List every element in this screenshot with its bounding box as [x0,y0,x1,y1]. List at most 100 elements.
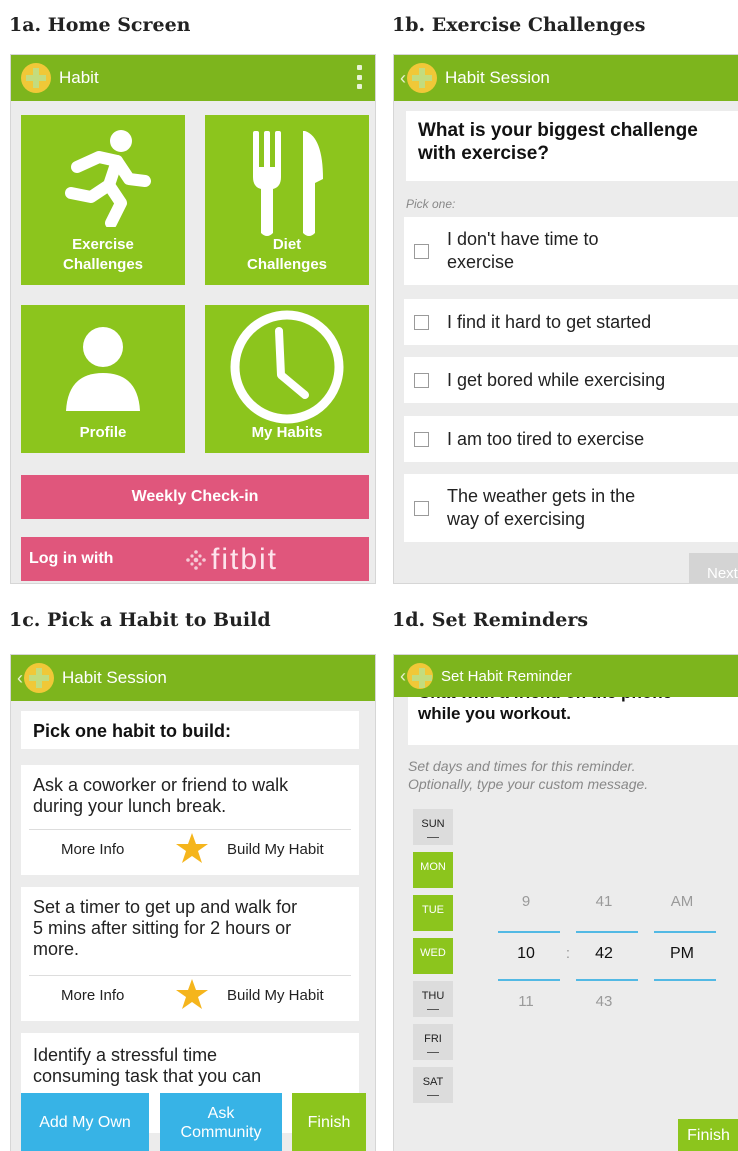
back-chevron-icon[interactable]: ‹ [400,666,406,687]
app-bar: ‹ Habit Session [394,55,738,101]
habit-card-2: Set a timer to get up and walk for 5 min… [21,887,359,1021]
app-logo-icon [407,63,437,93]
finish-button[interactable]: Finish [292,1093,366,1151]
tile-label: My Habits [251,424,323,441]
app-bar: ‹ Habit Session [11,655,375,701]
day-toggle-wed[interactable]: WED [413,938,453,974]
question-line-2: with exercise? [418,143,549,164]
option-text: I get bored while exercising [447,369,666,390]
finish-label: Finish [307,1113,351,1131]
more-info-link[interactable]: More Info [61,841,124,858]
pick-one-hint: Pick one: [406,197,456,211]
build-my-habit-button[interactable]: Build My Habit [227,841,324,858]
minute-selected[interactable]: 42 [574,945,634,963]
app-bar: ‹ Set Habit Reminder [394,655,738,697]
option-text: I find it hard to get started [447,311,652,332]
checkbox[interactable] [414,500,429,516]
habit-text: more. [33,939,80,959]
ampm-bottom-divider [654,979,716,981]
habit-summary-card: Chat with a friend on the phone while yo… [408,683,738,745]
pick-heading-card: Pick one habit to build: [21,711,359,749]
profile-tile[interactable]: Profile [21,305,185,453]
hour-selected[interactable]: 10 [496,945,556,963]
day-toggle-sun[interactable]: SUN [413,809,453,845]
habit-text: during your lunch break. [33,796,227,816]
ask-community-button[interactable]: Ask Community [160,1093,282,1151]
person-icon [66,327,140,411]
habit-line-2: while you workout. [418,704,572,723]
fitbit-login-button[interactable]: Log in with fitbit [21,537,369,581]
question-line-1: What is your biggest challenge [418,120,698,141]
option-text: way of exercising [447,509,586,529]
minute-top-divider [576,931,638,933]
habit-card-1: Ask a coworker or friend to walk during … [21,765,359,875]
home-screen: Habit Exercise Challenges Diet Challenge… [10,54,376,584]
app-logo-icon [24,663,54,693]
star-icon[interactable] [175,832,209,868]
day-toggle-sat[interactable]: SAT [413,1067,453,1103]
more-info-link[interactable]: More Info [61,987,124,1004]
checkbox[interactable] [414,314,429,330]
habit-actions: More Info Build My Habit [29,975,351,1015]
ampm-top-divider [654,931,716,933]
app-logo-icon [21,63,51,93]
screen-title: Habit Session [445,68,550,87]
caption-exercise-challenges: 1b. Exercise Challenges [392,14,646,36]
back-chevron-icon[interactable]: ‹ [400,68,406,89]
add-my-own-label: Add My Own [39,1114,131,1131]
day-toggle-tue[interactable]: TUE [413,895,453,931]
build-my-habit-button[interactable]: Build My Habit [227,987,324,1004]
habit-text: Ask a coworker or friend to walk [33,775,289,795]
minute-next[interactable]: 43 [574,993,634,1010]
star-icon[interactable] [175,978,209,1014]
clock-icon [230,310,344,424]
day-toggle-fri[interactable]: FRI [413,1024,453,1060]
ask-community-label: Community [180,1123,262,1141]
habit-text: Identify a stressful time [33,1045,218,1065]
diet-challenges-tile[interactable]: Diet Challenges [205,115,369,285]
habit-actions: More Info Build My Habit [29,829,351,869]
instructions-line-2: Optionally, type your custom message. [408,776,649,792]
exercise-challenges-screen: ‹ Habit Session What is your biggest cha… [393,54,738,584]
tile-label: Profile [79,424,127,441]
checkbox[interactable] [414,372,429,388]
hour-next[interactable]: 11 [496,993,556,1010]
ampm-prev[interactable]: AM [652,893,712,910]
option-weather[interactable]: The weather gets in the way of exercisin… [404,474,738,542]
screen-title: Set Habit Reminder [441,667,572,685]
day-toggle-mon[interactable]: MON [413,852,453,888]
weekly-checkin-button[interactable]: Weekly Check-in [21,475,369,519]
caption-home-screen: 1a. Home Screen [9,14,191,36]
app-title: Habit [59,68,99,87]
my-habits-tile[interactable]: My Habits [205,305,369,453]
ampm-selected[interactable]: PM [652,945,712,963]
caption-set-reminders: 1d. Set Reminders [392,609,589,631]
next-button[interactable]: Next [689,553,738,583]
add-my-own-button[interactable]: Add My Own [21,1093,149,1151]
next-label: Next [707,565,738,582]
option-too-tired[interactable]: I am too tired to exercise [404,416,738,462]
fork-knife-icon [253,131,323,236]
tile-label: Exercise Challenges [62,236,144,273]
pick-habit-screen: ‹ Habit Session Pick one habit to build:… [10,654,376,1151]
day-toggle-thu[interactable]: THU [413,981,453,1017]
screen-title: Habit Session [62,668,167,687]
caption-pick-habit: 1c. Pick a Habit to Build [9,609,271,631]
option-hard-to-start[interactable]: I find it hard to get started [404,299,738,345]
hour-prev[interactable]: 9 [496,893,556,910]
option-bored[interactable]: I get bored while exercising [404,357,738,403]
overflow-menu-icon[interactable] [357,65,363,89]
finish-button[interactable]: Finish [678,1119,738,1151]
running-person-icon [65,130,151,227]
ask-community-label: Ask [207,1104,235,1122]
checkbox[interactable] [414,243,429,259]
checkbox[interactable] [414,431,429,447]
minute-prev[interactable]: 41 [574,893,634,910]
back-chevron-icon[interactable]: ‹ [17,668,23,689]
option-text: The weather gets in the [447,486,636,506]
option-text: exercise [447,252,515,272]
option-no-time[interactable]: I don't have time to exercise [404,217,738,285]
time-picker[interactable]: 9 41 AM 10 : 42 PM 11 43 [494,885,724,1035]
exercise-challenges-tile[interactable]: Exercise Challenges [21,115,185,285]
finish-label: Finish [687,1126,730,1144]
